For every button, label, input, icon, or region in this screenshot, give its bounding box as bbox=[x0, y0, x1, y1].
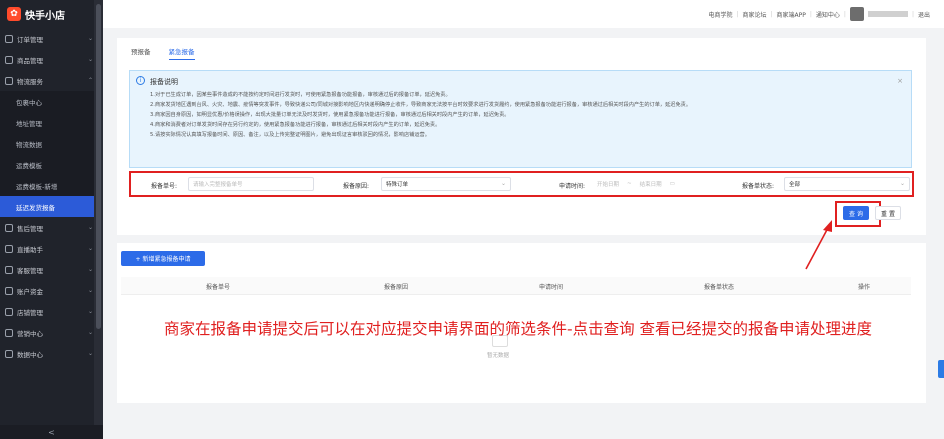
sidebar-item-cs[interactable]: 客服管理 ⌄ bbox=[0, 259, 103, 280]
sidebar-item-products[interactable]: 商品管理 ⌄ bbox=[0, 49, 103, 70]
notice-line: 3.商家因自身原因，如明显优惠/价格误操作，出现大批量订单无法及时发货时，使用紧… bbox=[150, 112, 510, 118]
chevron-down-icon: ⌄ bbox=[500, 180, 506, 187]
close-icon[interactable]: × bbox=[897, 77, 903, 85]
notice-line: 1.对于已生成订单，因某些事件造成的不能按约定时间进行发货时，可使用紧急报备功能… bbox=[150, 92, 451, 98]
sidebar-item-funds[interactable]: 账户资金 ⌄ bbox=[0, 280, 103, 301]
sidebar: ✿ 快手小店 订单管理 ⌄ 商品管理 ⌄ 物流服务 ⌃ 包裹中心 地址管理 物流数据 … bbox=[0, 0, 103, 439]
notice-line: 5.请按实际情况认真填写报备时间、原因、备注，以及上传完整证明图片，避免出现证言… bbox=[150, 132, 430, 138]
aftersales-icon bbox=[5, 223, 13, 232]
username-redacted bbox=[867, 11, 908, 17]
empty-text: 暂无数据 bbox=[487, 353, 510, 359]
filter-bar: 报备单号: 请输入完整报备单号 报备原因: 特殊订单 ⌄ 申请时间: 开始日期 … bbox=[129, 171, 914, 197]
chevron-down-icon: ⌄ bbox=[87, 350, 93, 357]
sidebar-subitem-delay-report[interactable]: 延迟发货报备 bbox=[0, 196, 103, 217]
wallet-icon bbox=[5, 286, 13, 295]
col-reason: 报备原因 bbox=[384, 284, 409, 291]
store-icon bbox=[5, 307, 13, 316]
sidebar-item-logistics[interactable]: 物流服务 ⌃ bbox=[0, 70, 103, 91]
apply-time-label: 申请时间: bbox=[559, 183, 586, 190]
table-header: 报备单号 报备原因 申请时间 报备单状态 操作 bbox=[121, 277, 911, 295]
chevron-up-icon: ⌃ bbox=[87, 77, 93, 84]
header-link-academy[interactable]: 电商学院 bbox=[708, 10, 732, 19]
col-action: 操作 bbox=[858, 284, 871, 291]
sidebar-item-orders[interactable]: 订单管理 ⌄ bbox=[0, 28, 103, 49]
avatar[interactable] bbox=[849, 7, 864, 21]
headset-icon bbox=[5, 265, 13, 274]
product-icon bbox=[5, 55, 13, 64]
logout-link[interactable]: 退出 bbox=[918, 10, 930, 19]
query-button[interactable]: 查 询 bbox=[843, 206, 869, 220]
notice-line: 4.商家和消费者对订单发货时间存在另行约定的，使用紧急报备功能进行报备，审核通过… bbox=[150, 122, 441, 128]
order-no-label: 报备单号: bbox=[151, 183, 178, 190]
chart-icon bbox=[5, 349, 13, 358]
chevron-down-icon: ⌄ bbox=[87, 266, 93, 273]
end-date[interactable]: 结束日期 bbox=[640, 180, 662, 188]
order-icon bbox=[5, 34, 13, 43]
report-tabs: 预报备 紧急报备 bbox=[131, 46, 195, 60]
live-icon bbox=[5, 244, 13, 253]
sidebar-subitem-logistics-data[interactable]: 物流数据 bbox=[0, 133, 103, 154]
sidebar-subitem-freight-template[interactable]: 运费模板 bbox=[0, 154, 103, 175]
chevron-down-icon: ⌄ bbox=[87, 245, 93, 252]
info-icon: i bbox=[136, 76, 145, 85]
chevron-down-icon: ⌄ bbox=[87, 224, 93, 231]
sidebar-item-aftersales[interactable]: 售后管理 ⌄ bbox=[0, 217, 103, 238]
sidebar-item-live[interactable]: 直播助手 ⌄ bbox=[0, 238, 103, 259]
sidebar-item-marketing[interactable]: 营销中心 ⌄ bbox=[0, 322, 103, 343]
status-select[interactable]: 全部 ⌄ bbox=[784, 177, 910, 191]
marketing-icon bbox=[5, 328, 13, 337]
date-range-picker[interactable]: 开始日期 ~ 结束日期 ▭ bbox=[593, 177, 713, 191]
header-link-forum[interactable]: 商家论坛 bbox=[742, 10, 766, 19]
order-no-input[interactable]: 请输入完整报备单号 bbox=[188, 177, 314, 191]
sidebar-subitem-address[interactable]: 地址管理 bbox=[0, 112, 103, 133]
calendar-icon: ▭ bbox=[669, 181, 675, 187]
report-filter-card: 预报备 紧急报备 i 报备说明 × 1.对于已生成订单，因某些事件造成的不能按约… bbox=[117, 38, 926, 235]
chevron-down-icon: ⌄ bbox=[87, 56, 93, 63]
chevron-down-icon: ⌄ bbox=[87, 35, 93, 42]
collapse-sidebar-button[interactable]: < bbox=[0, 425, 103, 439]
col-status: 报备单状态 bbox=[704, 284, 735, 291]
annotation-text: 商家在报备申请提交后可以在对应提交申请界面的筛选条件-点击查询 查看已经提交的报… bbox=[164, 320, 873, 338]
tab-pre-report[interactable]: 预报备 bbox=[131, 46, 151, 60]
col-order-no: 报备单号 bbox=[206, 284, 231, 291]
chevron-down-icon: ⌄ bbox=[87, 329, 93, 336]
status-label: 报备单状态: bbox=[742, 183, 775, 190]
top-header: 电商学院 | 商家论坛 | 商家端APP | 通知中心 | | 退出 bbox=[103, 0, 944, 28]
sidebar-item-store[interactable]: 店铺管理 ⌄ bbox=[0, 301, 103, 322]
chevron-down-icon: ⌄ bbox=[87, 287, 93, 294]
notice-title: 报备说明 bbox=[150, 78, 178, 86]
sidebar-scroll-thumb[interactable] bbox=[96, 4, 101, 329]
chevron-down-icon: ⌄ bbox=[899, 180, 905, 187]
sidebar-subitem-parcel-center[interactable]: 包裹中心 bbox=[0, 91, 103, 112]
floating-help-tab[interactable] bbox=[938, 360, 944, 378]
reason-select[interactable]: 特殊订单 ⌄ bbox=[381, 177, 511, 191]
report-notice: i 报备说明 × 1.对于已生成订单，因某些事件造成的不能按约定时间进行发货时，… bbox=[129, 70, 912, 168]
app-logo[interactable]: ✿ 快手小店 bbox=[0, 0, 103, 28]
reset-button[interactable]: 重 置 bbox=[875, 206, 901, 220]
notice-body: 1.对于已生成订单，因某些事件造成的不能按约定时间进行发货时，可使用紧急报备功能… bbox=[150, 90, 905, 140]
sidebar-item-data[interactable]: 数据中心 ⌄ bbox=[0, 343, 103, 364]
kuaishou-logo-icon: ✿ bbox=[7, 7, 21, 21]
notice-line: 2.商家发货地区遇到台风、火灾、地震、疫情等突发事件，导致快递公司/同城对接影响… bbox=[150, 102, 692, 108]
col-time: 申请时间 bbox=[539, 284, 564, 291]
chevron-down-icon: ⌄ bbox=[87, 308, 93, 315]
truck-icon bbox=[5, 76, 13, 85]
start-date[interactable]: 开始日期 bbox=[597, 180, 619, 188]
add-urgent-report-button[interactable]: + 新增紧急报备申请 bbox=[121, 251, 205, 266]
sidebar-subitem-freight-template-new[interactable]: 运费模板-新增 bbox=[0, 175, 103, 196]
tab-urgent-report[interactable]: 紧急报备 bbox=[168, 46, 195, 60]
app-name: 快手小店 bbox=[25, 10, 65, 22]
header-link-notifications[interactable]: 通知中心 bbox=[816, 10, 840, 19]
header-link-app[interactable]: 商家端APP bbox=[777, 10, 806, 19]
reason-label: 报备原因: bbox=[343, 183, 370, 190]
